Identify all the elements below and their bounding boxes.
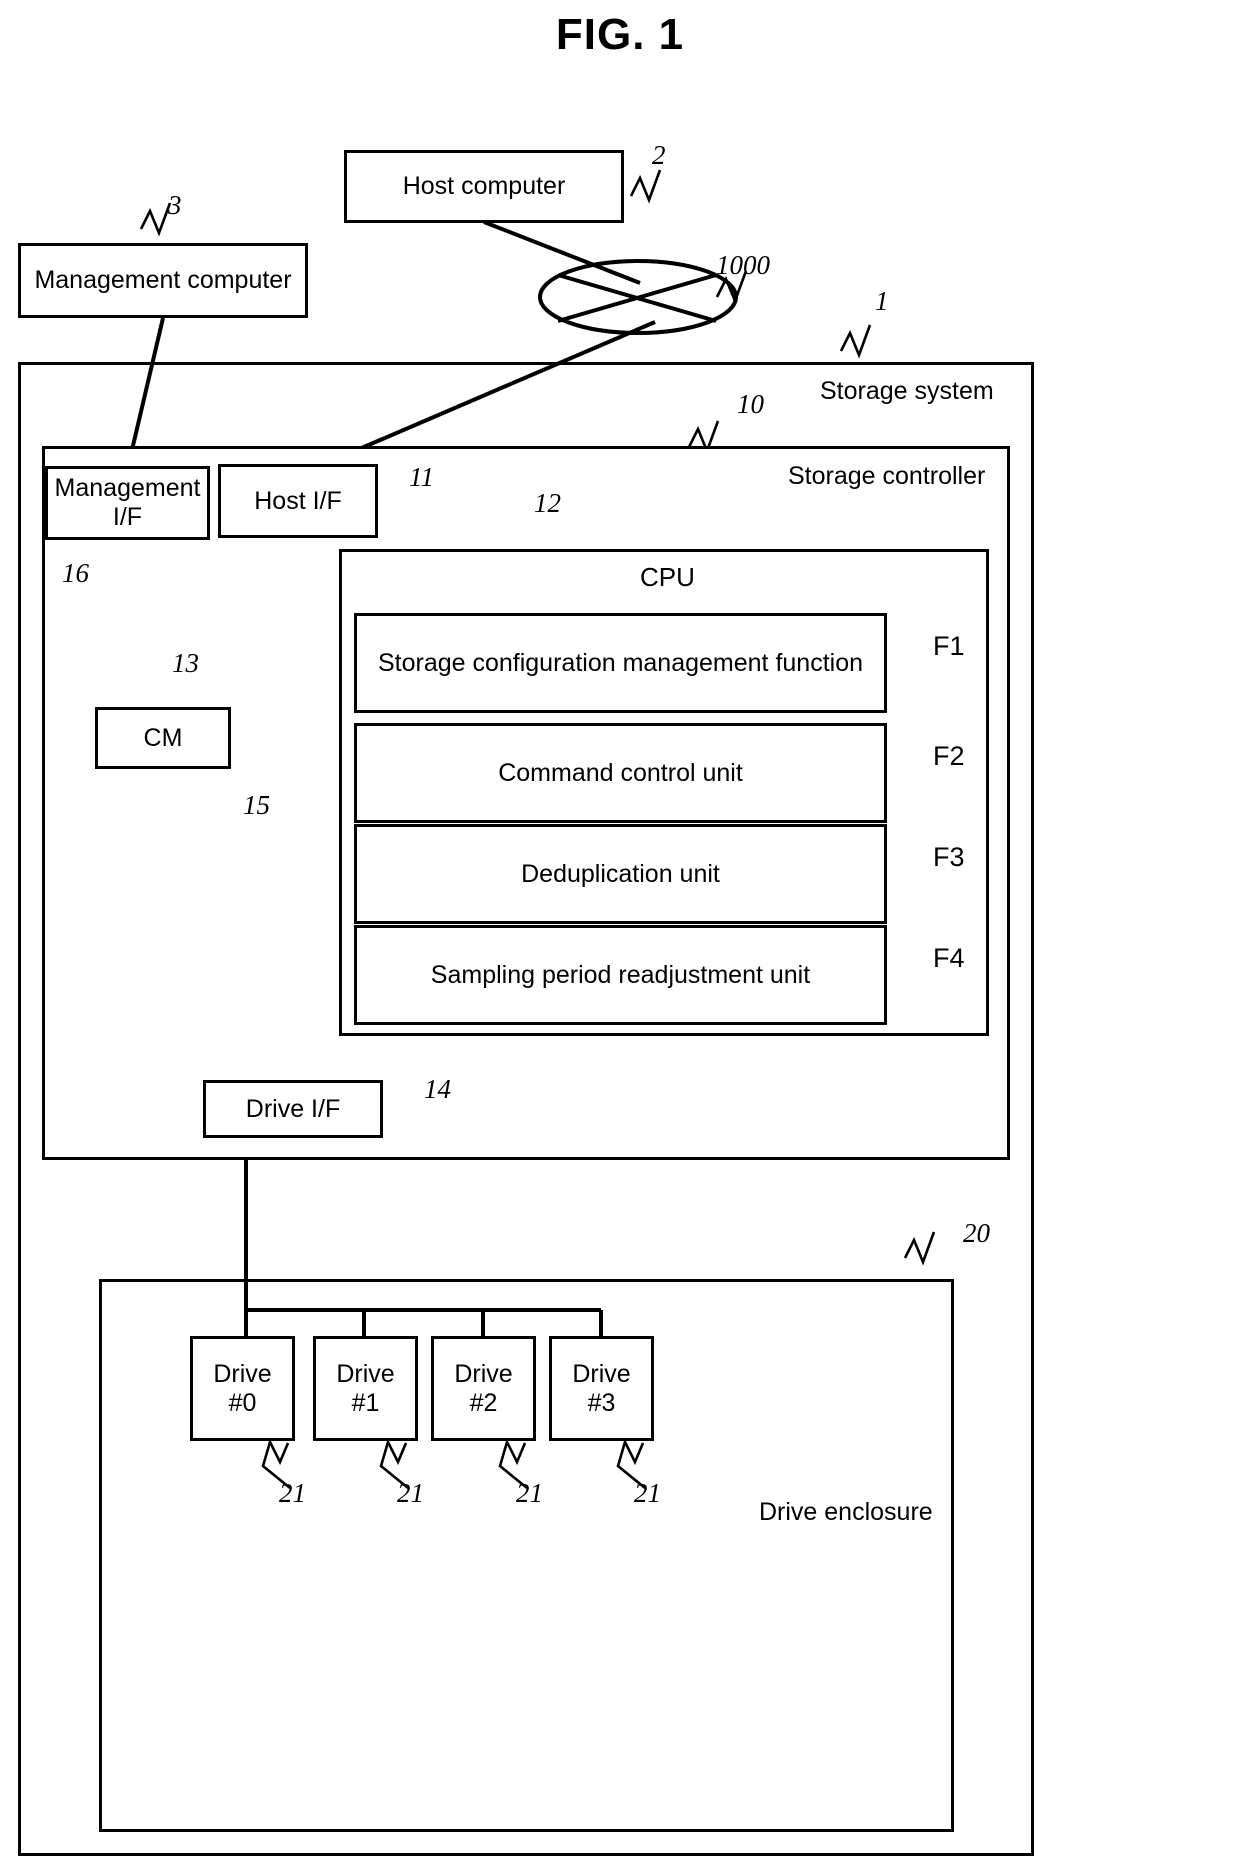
ref-2: 2 [652, 140, 666, 170]
host-computer-box[interactable]: Host computer [344, 150, 624, 223]
ref-11: 11 [409, 462, 434, 492]
management-if-label-line2: I/F [112, 503, 143, 531]
cpu-label: CPU [640, 562, 695, 592]
drive-box-2[interactable]: Drive #2 [431, 1336, 536, 1441]
ref-f1: F1 [933, 631, 965, 661]
network-ellipse [538, 259, 738, 335]
drive-1-label-line2: #1 [351, 1388, 380, 1417]
ref-14: 14 [424, 1074, 451, 1104]
drive-box-0[interactable]: Drive #0 [190, 1336, 295, 1441]
drive-enclosure-label: Drive enclosure [759, 1498, 933, 1526]
drive-3-label-line2: #3 [587, 1388, 616, 1417]
leader-ref-1 [839, 324, 872, 359]
network-x-line-1 [557, 273, 717, 323]
ref-10: 10 [737, 389, 764, 419]
drive-0-label-line1: Drive [213, 1359, 272, 1388]
host-computer-label: Host computer [402, 172, 566, 201]
ref-21-2: 21 [516, 1478, 543, 1508]
management-computer-label: Management computer [34, 266, 292, 295]
ref-f2: F2 [933, 741, 965, 771]
cpu-function-f2[interactable]: Command control unit [354, 723, 887, 823]
ref-3: 3 [168, 190, 182, 220]
ref-15: 15 [243, 790, 270, 820]
drive-if-box[interactable]: Drive I/F [203, 1080, 383, 1138]
wire-host-to-network [483, 220, 641, 285]
ref-f4: F4 [933, 943, 965, 973]
ref-13: 13 [172, 648, 199, 678]
leader-ref-3 [139, 202, 172, 237]
drive-2-label-line1: Drive [454, 1359, 513, 1388]
ref-16: 16 [62, 558, 89, 588]
cm-box[interactable]: CM [95, 707, 231, 769]
ref-21-3: 21 [634, 1478, 661, 1508]
ref-1: 1 [875, 286, 889, 316]
ref-21-1: 21 [397, 1478, 424, 1508]
drive-0-label-line2: #0 [228, 1388, 257, 1417]
network-x-line-2 [557, 273, 717, 323]
ref-21-0: 21 [279, 1478, 306, 1508]
host-if-box[interactable]: Host I/F [218, 464, 378, 538]
management-if-box[interactable]: Management I/F [45, 466, 210, 540]
figure-root: FIG. 1 Host computer 2 Management comput… [0, 0, 1240, 1871]
management-computer-box[interactable]: Management computer [18, 243, 308, 318]
leader-ref-2 [629, 169, 662, 204]
drive-box-3[interactable]: Drive #3 [549, 1336, 654, 1441]
storage-controller-label: Storage controller [788, 462, 986, 490]
cpu-function-f3[interactable]: Deduplication unit [354, 824, 887, 924]
drive-3-label-line1: Drive [572, 1359, 631, 1388]
cpu-function-f4[interactable]: Sampling period readjustment unit [354, 925, 887, 1025]
management-if-label-line1: Management [54, 474, 201, 503]
figure-title: FIG. 1 [555, 10, 685, 59]
drive-box-1[interactable]: Drive #1 [313, 1336, 418, 1441]
cpu-function-f1[interactable]: Storage configuration management functio… [354, 613, 887, 713]
drive-1-label-line1: Drive [336, 1359, 395, 1388]
cpu-function-f2-label: Command control unit [498, 758, 743, 787]
drive-2-label-line2: #2 [469, 1388, 498, 1417]
storage-system-label: Storage system [820, 377, 994, 405]
drive-if-label: Drive I/F [245, 1094, 341, 1123]
ref-1000: 1000 [716, 250, 770, 280]
ref-20: 20 [963, 1218, 990, 1248]
cpu-function-f1-label: Storage configuration management functio… [377, 648, 864, 677]
cm-label: CM [143, 723, 183, 752]
cpu-function-f3-label: Deduplication unit [521, 859, 720, 888]
host-if-label: Host I/F [254, 486, 342, 515]
ref-f3: F3 [933, 842, 965, 872]
ref-12: 12 [534, 488, 561, 518]
cpu-function-f4-label: Sampling period readjustment unit [430, 960, 811, 989]
